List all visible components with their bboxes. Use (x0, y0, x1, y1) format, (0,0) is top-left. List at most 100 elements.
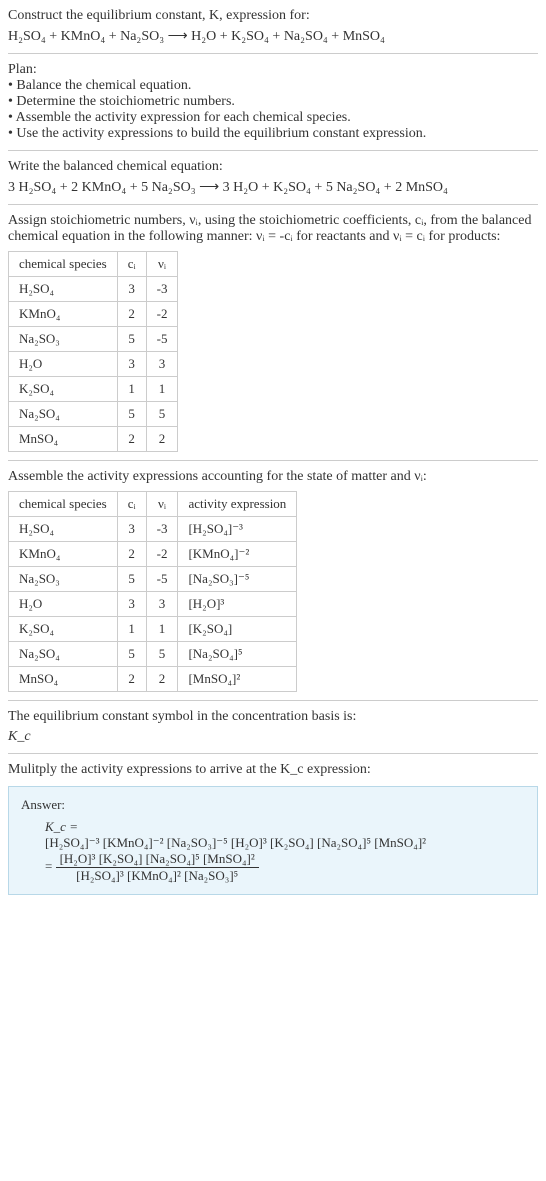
cell-expr: [KMnO₄]⁻² (178, 542, 297, 567)
answer-box: Answer: K_c = [H₂SO₄]⁻³ [KMnO₄]⁻² [Na₂SO… (8, 786, 538, 895)
answer-kc: K_c = (45, 819, 78, 834)
table-row: H₂SO₄3-3[H₂SO₄]⁻³ (9, 517, 297, 542)
divider (8, 753, 538, 754)
cell-ci: 5 (117, 327, 146, 352)
cell-ci: 5 (117, 402, 146, 427)
cell-vi: 2 (146, 667, 178, 692)
balanced-equation: 3 H₂SO₄ + 2 KMnO₄ + 5 Na₂SO₃ ⟶ 3 H₂O + K… (8, 179, 538, 196)
cell-expr: [H₂O]³ (178, 592, 297, 617)
cell-vi: -2 (146, 542, 178, 567)
table-row: K₂SO₄11 (9, 377, 178, 402)
cell-vi: -3 (146, 517, 178, 542)
table-row: KMnO₄2-2 (9, 302, 178, 327)
cell-species: K₂SO₄ (9, 617, 118, 642)
answer-denominator: [H₂SO₄]³ [KMnO₄]² [Na₂SO₃]⁵ (56, 868, 259, 884)
cell-ci: 3 (117, 352, 146, 377)
table-row: K₂SO₄11[K₂SO₄] (9, 617, 297, 642)
kc-symbol-section: The equilibrium constant symbol in the c… (8, 709, 538, 745)
table-row: MnSO₄22 (9, 427, 178, 452)
activity-table: chemical species cᵢ νᵢ activity expressi… (8, 491, 297, 692)
cell-vi: -3 (146, 277, 178, 302)
balanced-section: Write the balanced chemical equation: 3 … (8, 159, 538, 196)
plan-section: Plan: • Balance the chemical equation. •… (8, 62, 538, 142)
plan-bullet-1: • Balance the chemical equation. (8, 78, 538, 94)
answer-numerator: [H₂O]³ [K₂SO₄] [Na₂SO₄]⁵ [MnSO₄]² (56, 851, 259, 868)
cell-expr: [Na₂SO₃]⁻⁵ (178, 567, 297, 592)
cell-species: H₂O (9, 592, 118, 617)
table-row: KMnO₄2-2[KMnO₄]⁻² (9, 542, 297, 567)
cell-species: Na₂SO₄ (9, 402, 118, 427)
stoich-section: Assign stoichiometric numbers, νᵢ, using… (8, 213, 538, 452)
multiply-heading: Mulitply the activity expressions to arr… (8, 762, 538, 778)
cell-species: Na₂SO₃ (9, 567, 118, 592)
cell-expr: [Na₂SO₄]⁵ (178, 642, 297, 667)
answer-body: K_c = [H₂SO₄]⁻³ [KMnO₄]⁻² [Na₂SO₃]⁻⁵ [H₂… (45, 819, 525, 884)
answer-label: Answer: (21, 797, 525, 813)
cell-species: Na₂SO₄ (9, 642, 118, 667)
cell-vi: 3 (146, 352, 178, 377)
cell-expr: [K₂SO₄] (178, 617, 297, 642)
cell-vi: 3 (146, 592, 178, 617)
table-row: MnSO₄22[MnSO₄]² (9, 667, 297, 692)
plan-bullet-3: • Assemble the activity expression for e… (8, 110, 538, 126)
divider (8, 150, 538, 151)
cell-ci: 2 (117, 667, 146, 692)
cell-vi: -5 (146, 567, 178, 592)
col-species: chemical species (9, 252, 118, 277)
cell-ci: 5 (117, 642, 146, 667)
cell-ci: 2 (117, 427, 146, 452)
col-expr: activity expression (178, 492, 297, 517)
cell-expr: [MnSO₄]² (178, 667, 297, 692)
table-row: Na₂SO₄55 (9, 402, 178, 427)
cell-vi: -2 (146, 302, 178, 327)
cell-ci: 2 (117, 302, 146, 327)
intro-section: Construct the equilibrium constant, K, e… (8, 8, 538, 45)
answer-fraction-row: = [H₂O]³ [K₂SO₄] [Na₂SO₄]⁵ [MnSO₄]² [H₂S… (45, 851, 525, 884)
answer-fraction: [H₂O]³ [K₂SO₄] [Na₂SO₄]⁵ [MnSO₄]² [H₂SO₄… (56, 851, 259, 884)
activity-section: Assemble the activity expressions accoun… (8, 469, 538, 692)
cell-ci: 3 (117, 277, 146, 302)
col-species: chemical species (9, 492, 118, 517)
cell-ci: 3 (117, 592, 146, 617)
col-ci: cᵢ (117, 492, 146, 517)
cell-species: H₂SO₄ (9, 517, 118, 542)
cell-species: MnSO₄ (9, 667, 118, 692)
cell-species: K₂SO₄ (9, 377, 118, 402)
divider (8, 460, 538, 461)
cell-expr: [H₂SO₄]⁻³ (178, 517, 297, 542)
cell-ci: 5 (117, 567, 146, 592)
cell-species: H₂O (9, 352, 118, 377)
answer-equals: = (45, 858, 56, 873)
table-row: Na₂SO₄55[Na₂SO₄]⁵ (9, 642, 297, 667)
divider (8, 700, 538, 701)
stoich-table: chemical species cᵢ νᵢ H₂SO₄3-3 KMnO₄2-2… (8, 251, 178, 452)
table-row: Na₂SO₃5-5[Na₂SO₃]⁻⁵ (9, 567, 297, 592)
cell-species: KMnO₄ (9, 302, 118, 327)
table-row: H₂O33[H₂O]³ (9, 592, 297, 617)
answer-product: [H₂SO₄]⁻³ [KMnO₄]⁻² [Na₂SO₃]⁻⁵ [H₂O]³ [K… (45, 835, 525, 851)
divider (8, 204, 538, 205)
plan-bullet-2: • Determine the stoichiometric numbers. (8, 94, 538, 110)
activity-heading: Assemble the activity expressions accoun… (8, 469, 538, 485)
cell-vi: -5 (146, 327, 178, 352)
cell-ci: 1 (117, 617, 146, 642)
table-row: H₂O33 (9, 352, 178, 377)
cell-vi: 1 (146, 617, 178, 642)
kc-symbol: K_c (8, 729, 31, 744)
cell-ci: 2 (117, 542, 146, 567)
cell-ci: 3 (117, 517, 146, 542)
table-row: H₂SO₄3-3 (9, 277, 178, 302)
divider (8, 53, 538, 54)
cell-vi: 5 (146, 402, 178, 427)
col-vi: νᵢ (146, 492, 178, 517)
cell-species: MnSO₄ (9, 427, 118, 452)
cell-vi: 2 (146, 427, 178, 452)
cell-species: Na₂SO₃ (9, 327, 118, 352)
col-ci: cᵢ (117, 252, 146, 277)
cell-ci: 1 (117, 377, 146, 402)
table-header-row: chemical species cᵢ νᵢ activity expressi… (9, 492, 297, 517)
stoich-heading: Assign stoichiometric numbers, νᵢ, using… (8, 213, 538, 245)
intro-line1: Construct the equilibrium constant, K, e… (8, 8, 538, 24)
intro-equation: H₂SO₄ + KMnO₄ + Na₂SO₃ ⟶ H₂O + K₂SO₄ + N… (8, 28, 538, 45)
multiply-section: Mulitply the activity expressions to arr… (8, 762, 538, 778)
